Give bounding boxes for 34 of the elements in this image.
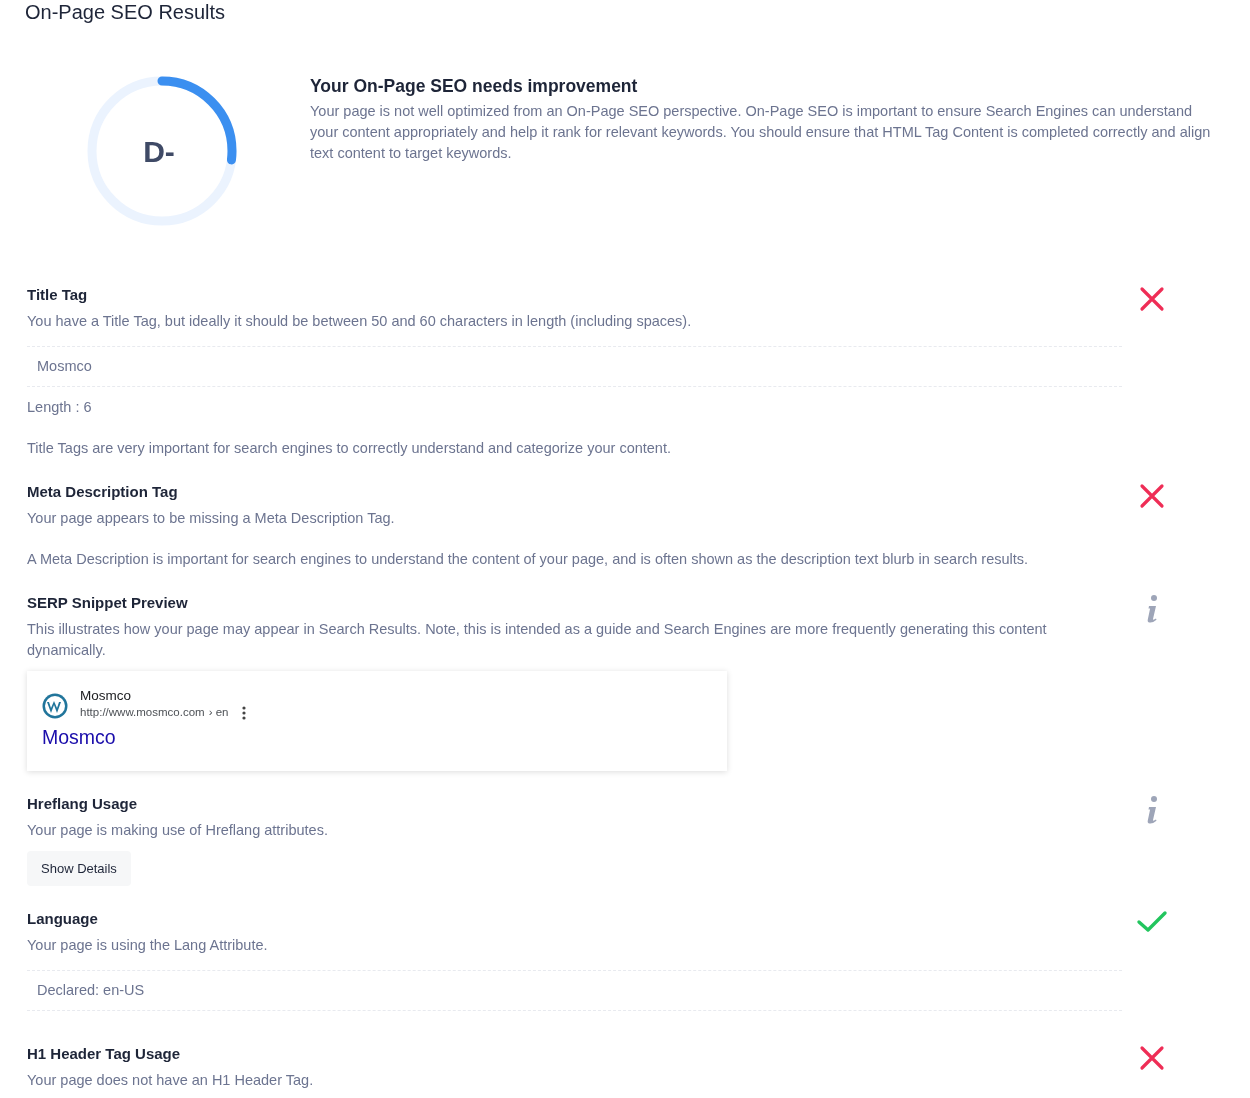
length-text: Length : 6 <box>27 398 93 417</box>
check-description: Your page is making use of Hreflang attributes. <box>27 820 329 840</box>
info-icon <box>1145 794 1159 825</box>
check-title: Meta Description Tag <box>27 482 179 502</box>
check-title: Hreflang Usage <box>27 793 139 814</box>
check-title: Title Tag <box>27 285 89 305</box>
more-options-icon[interactable] <box>242 705 247 720</box>
summary-text: Your page is not well optimized from an On-Page SEO perspective. On-Page SEO is important to ensure Search Engines can understand your content appropriately and help it rank for relevant keywords. You should ensure that HTML Tag Content is completed correctly and align text content to target keywords. <box>310 102 1212 163</box>
page-title: On-Page SEO Results <box>24 0 227 24</box>
show-details-button[interactable]: Show Details <box>27 850 131 886</box>
tag-value: Declared: en-US <box>27 970 1122 1011</box>
serp-path: › en <box>208 705 229 720</box>
tag-value: Mosmco <box>27 346 1122 387</box>
fail-cross-icon <box>1139 483 1165 509</box>
fail-cross-icon <box>1139 1045 1165 1071</box>
check-note: Title Tags are very important for search engines to correctly understand and categorize your content. <box>27 439 672 458</box>
grade-text: D- <box>143 135 175 168</box>
serp-site-name: Mosmco <box>80 687 132 704</box>
check-title: SERP Snippet Preview <box>27 593 189 613</box>
check-title: H1 Header Tag Usage <box>27 1044 182 1064</box>
serp-result-link[interactable]: Mosmco <box>42 726 116 749</box>
fail-cross-icon <box>1139 286 1165 312</box>
check-description: Your page does not have an H1 Header Tag. <box>27 1071 315 1090</box>
serp-url: http://www.mosmco.com <box>80 705 205 720</box>
check-note: A Meta Description is important for search engines to understand the content of your page, and is often shown as the description text blurb in search results. <box>27 550 1030 569</box>
summary-heading: Your On-Page SEO needs improvement <box>310 76 639 97</box>
check-description: You have a Title Tag, but ideally it should be between 50 and 60 characters in length (including spaces). <box>27 312 693 331</box>
site-logo-icon <box>42 693 68 719</box>
check-title: Language <box>27 909 99 929</box>
info-icon <box>1145 594 1159 624</box>
check-description: This illustrates how your page may appear in Search Results. Note, this is intended as a guide and Search Engines are more frequently generating this content dynamically. <box>27 620 1048 660</box>
check-description: Your page appears to be missing a Meta Description Tag. <box>27 509 396 528</box>
check-description: Your page is using the Lang Attribute. <box>27 936 269 955</box>
pass-check-icon <box>1136 910 1168 934</box>
